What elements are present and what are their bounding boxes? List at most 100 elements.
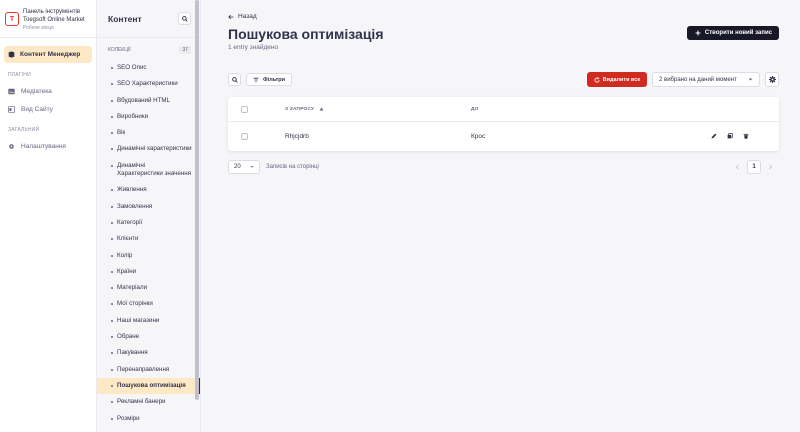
selection-dropdown[interactable]: 2 вибрано на даний момент — [652, 72, 760, 87]
sidebar-item-label: Вбудований HTML — [117, 96, 171, 104]
sidebar-item-dynamic-characteristics-values[interactable]: Динамічні Характеристики значення — [97, 158, 200, 183]
gear-icon — [9, 143, 14, 149]
sidebar-item-age[interactable]: Вік — [97, 125, 200, 141]
sidebar-item-label: Динамічні характеристики — [117, 145, 192, 153]
bullet — [111, 115, 113, 118]
chevron-left-icon[interactable] — [735, 164, 740, 170]
content-sidebar: Контент КОЛЕКЦІЇ 37 SEO Опис SEO Характе… — [97, 0, 201, 432]
sidebar-item-label: Розміри — [117, 414, 140, 422]
sidebar-item-label: Живлення — [117, 186, 147, 194]
filters-label: Фільтри — [263, 76, 286, 83]
brand: T Панель інструментів Toegsoft Online Ma… — [0, 0, 96, 38]
collections-list: SEO Опис SEO Характеристики Вбудований H… — [97, 60, 200, 427]
bullet — [111, 99, 113, 102]
brand-logo: T — [5, 12, 19, 26]
sort-asc-icon — [319, 107, 324, 111]
sidebar-item-countries[interactable]: Країни — [97, 264, 200, 280]
delete-all-button[interactable]: Видалити все — [587, 72, 647, 87]
sidebar-item-my-pages[interactable]: Мої сторінки — [97, 296, 200, 312]
sidebar-item-label: Матеріали — [117, 284, 148, 292]
view-settings-button[interactable] — [765, 72, 779, 87]
sidebar-item-packaging[interactable]: Пакування — [97, 345, 200, 361]
sidebar-item-label: Пошукова оптимізація — [117, 381, 186, 389]
page-title: Пошукова оптимізація — [228, 26, 384, 42]
sidebar-item-label: Колір — [117, 251, 133, 259]
search-button[interactable] — [228, 73, 241, 86]
chevron-right-icon[interactable] — [768, 164, 773, 170]
column-header-to[interactable]: ДО — [471, 107, 711, 112]
nav-item-content-manager[interactable]: Контент Менеджер — [4, 46, 92, 63]
sidebar-item-ad-banners[interactable]: Рекламні банери — [97, 394, 200, 410]
pencil-icon[interactable] — [711, 133, 717, 139]
sidebar-item-favorites[interactable]: Обране — [97, 329, 200, 345]
sidebar-item-embedded-html[interactable]: Вбудований HTML — [97, 93, 200, 109]
sidebar-item-power[interactable]: Живлення — [97, 182, 200, 198]
main-nav: T Панель інструментів Toegsoft Online Ma… — [0, 0, 97, 432]
sidebar-item-materials[interactable]: Матеріали — [97, 280, 200, 296]
selection-value: 2 вибрано на даний момент — [659, 76, 737, 83]
sidebar-item-seo-description[interactable]: SEO Опис — [97, 60, 200, 76]
brand-text: Панель інструментів Toegsoft Online Mark… — [23, 8, 85, 32]
per-page-select[interactable]: 20 — [228, 160, 260, 174]
row-checkbox[interactable] — [241, 132, 248, 140]
duplicate-icon[interactable] — [727, 133, 733, 139]
sidebar-item-clients[interactable]: Клієнти — [97, 231, 200, 247]
sidebar-item-seo-characteristics[interactable]: SEO Характеристики — [97, 76, 200, 92]
bullet — [111, 384, 113, 387]
sidebar-item-seo-optimization[interactable]: Пошукова оптимізація — [97, 377, 200, 395]
back-link[interactable]: Назад — [228, 13, 257, 20]
row-actions — [711, 133, 779, 139]
sidebar-item-label: Категорії — [117, 218, 143, 226]
bullet — [111, 67, 113, 69]
sidebar-item-orders[interactable]: Замовлення — [97, 199, 200, 215]
cell-query: Rhjcjdrb — [285, 132, 309, 140]
bullet — [111, 164, 113, 167]
bullet — [111, 368, 113, 371]
brand-title-line1: Панель інструментів — [23, 9, 81, 15]
nav-item-settings[interactable]: Налаштування — [0, 137, 96, 155]
nav-item-media-library[interactable]: Медіатека — [0, 82, 96, 100]
collections-count-badge: 37 — [179, 45, 191, 54]
create-entry-button[interactable]: Створити новий запис — [686, 26, 779, 40]
bullet — [111, 189, 113, 192]
plugins-section-label: ПЛАГІНИ — [8, 72, 31, 78]
sidebar-item-label: Пакування — [117, 349, 148, 357]
chevron-down-icon — [748, 78, 753, 81]
table-row[interactable]: Rhjcjdrb Крос — [228, 122, 779, 150]
bullet — [111, 270, 113, 273]
sidebar-item-manufacturers[interactable]: Виробники — [97, 109, 200, 125]
trash-icon[interactable] — [743, 133, 749, 139]
sidebar-item-dynamic-characteristics[interactable]: Динамічні характеристики — [97, 141, 200, 157]
sidebar-scrollbar[interactable] — [195, 0, 199, 400]
sidebar-item-label: Динамічні Характеристики значення — [117, 161, 192, 178]
refresh-icon — [594, 76, 600, 83]
page-button-current[interactable]: 1 — [747, 160, 761, 174]
bullet — [111, 238, 113, 241]
sidebar-search-button[interactable] — [178, 12, 191, 25]
sidebar-item-label: Наші магазини — [117, 316, 160, 324]
layout-icon — [8, 105, 15, 113]
column-header-query[interactable]: З ЗАПРОСУ — [285, 107, 471, 112]
bullet — [111, 287, 113, 290]
bullet — [111, 83, 113, 86]
sidebar-item-our-stores[interactable]: Наші магазини — [97, 313, 200, 329]
sidebar-item-color[interactable]: Колір — [97, 248, 200, 264]
search-icon — [231, 76, 238, 83]
nav-item-site-view[interactable]: Вид Сайту — [0, 100, 96, 118]
filters-button[interactable]: Фільтри — [246, 73, 293, 86]
sidebar-item-label: Обране — [117, 333, 140, 341]
collections-header: КОЛЕКЦІЇ 37 — [97, 39, 200, 60]
sidebar-item-label: SEO Опис — [117, 64, 147, 71]
sidebar-item-categories[interactable]: Категорії — [97, 215, 200, 231]
sidebar-item-label: Країни — [117, 267, 137, 275]
delete-all-label: Видалити все — [602, 76, 641, 83]
bullet — [111, 205, 113, 208]
bullet — [111, 417, 113, 420]
gear-icon — [768, 76, 776, 83]
sidebar-item-sizes[interactable]: Розміри — [97, 411, 200, 427]
select-all-checkbox[interactable] — [241, 105, 248, 113]
bullet — [111, 221, 113, 224]
sidebar-item-redirects[interactable]: Перенаправлення — [97, 362, 200, 378]
cell-to: Крос — [471, 132, 486, 140]
chevron-down-icon — [250, 166, 254, 168]
